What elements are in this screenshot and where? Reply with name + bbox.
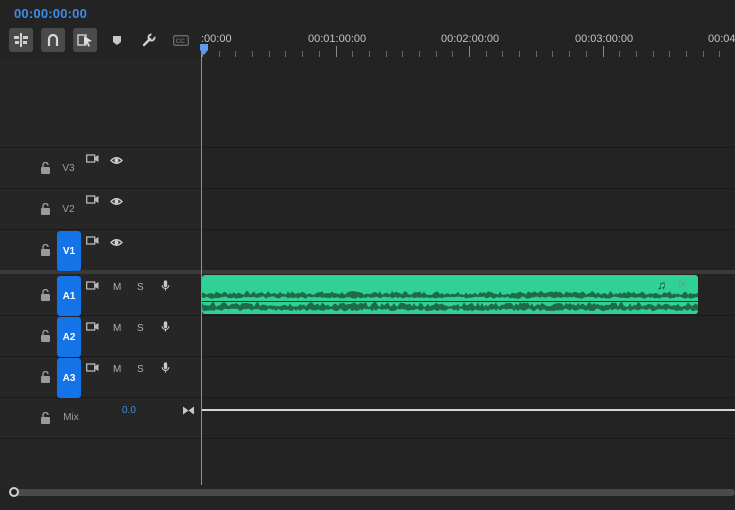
solo-button[interactable]: S bbox=[137, 364, 144, 375]
linked-selection-icon bbox=[77, 34, 92, 47]
eye-icon[interactable] bbox=[110, 196, 123, 207]
sync-lock-icon[interactable] bbox=[86, 154, 99, 165]
add-marker-button[interactable] bbox=[105, 28, 129, 52]
track-divider bbox=[0, 229, 735, 230]
track-headers-panel bbox=[0, 60, 200, 488]
zoom-scroll-handle[interactable] bbox=[9, 487, 19, 497]
insert-sequence-button[interactable] bbox=[9, 28, 33, 52]
lock-icon[interactable] bbox=[40, 203, 51, 215]
captions-icon: CC bbox=[173, 34, 189, 46]
sync-lock-icon[interactable] bbox=[86, 322, 99, 333]
time-ruler[interactable] bbox=[202, 46, 735, 58]
solo-button[interactable]: S bbox=[137, 323, 144, 334]
horizontal-scrollbar[interactable] bbox=[14, 489, 735, 496]
snap-magnet-icon bbox=[47, 33, 59, 46]
music-note-icon: ♫ bbox=[657, 278, 666, 292]
track-divider bbox=[0, 356, 735, 357]
track-target-v1[interactable]: V1 bbox=[57, 231, 81, 271]
track-divider bbox=[0, 188, 735, 189]
linked-selection-button[interactable] bbox=[73, 28, 97, 52]
mix-volume-line[interactable] bbox=[202, 409, 735, 411]
track-divider bbox=[0, 147, 735, 148]
captions-button[interactable]: CC bbox=[169, 28, 193, 52]
mute-button[interactable]: M bbox=[113, 323, 121, 334]
waveform-channel bbox=[202, 291, 698, 299]
mute-button[interactable]: M bbox=[113, 364, 121, 375]
audio-clip[interactable]: ♫ fx bbox=[202, 275, 698, 314]
sync-lock-icon[interactable] bbox=[86, 195, 99, 206]
snap-button[interactable] bbox=[41, 28, 65, 52]
microphone-icon[interactable] bbox=[159, 280, 172, 291]
track-target-a1[interactable]: A1 bbox=[57, 276, 81, 316]
ruler-label: 00:04 bbox=[708, 33, 735, 45]
svg-text:CC: CC bbox=[176, 38, 186, 45]
sync-lock-icon[interactable] bbox=[86, 281, 99, 292]
timecode-display[interactable]: 00:00:00:00 bbox=[14, 6, 87, 21]
track-divider bbox=[0, 315, 735, 316]
microphone-icon[interactable] bbox=[159, 362, 172, 373]
lock-icon[interactable] bbox=[40, 162, 51, 174]
track-name-v3[interactable]: V3 bbox=[56, 163, 81, 174]
track-divider bbox=[0, 397, 735, 398]
lock-icon[interactable] bbox=[40, 244, 51, 256]
track-target-a2[interactable]: A2 bbox=[57, 317, 81, 357]
track-divider bbox=[0, 438, 735, 439]
insert-sequence-icon bbox=[14, 33, 28, 47]
playhead-handle[interactable] bbox=[200, 44, 208, 55]
ruler-label: 00:03:00:00 bbox=[575, 33, 634, 45]
mute-button[interactable]: M bbox=[113, 282, 121, 293]
track-name-mix[interactable]: Mix bbox=[58, 412, 84, 423]
video-audio-separator[interactable] bbox=[0, 270, 735, 274]
lock-icon[interactable] bbox=[40, 371, 51, 383]
ruler-label: 00:02:00:00 bbox=[441, 33, 500, 45]
lock-icon[interactable] bbox=[40, 330, 51, 342]
lock-icon[interactable] bbox=[40, 412, 51, 424]
timeline-settings-button[interactable] bbox=[137, 28, 161, 52]
microphone-icon[interactable] bbox=[159, 321, 172, 332]
solo-button[interactable]: S bbox=[137, 282, 144, 293]
lock-icon[interactable] bbox=[40, 289, 51, 301]
sync-lock-icon[interactable] bbox=[86, 236, 99, 247]
eye-icon[interactable] bbox=[110, 237, 123, 248]
fx-badge[interactable]: fx bbox=[678, 279, 686, 290]
ruler-label: 00:01:00:00 bbox=[308, 33, 367, 45]
track-name-v2[interactable]: V2 bbox=[56, 204, 81, 215]
sync-lock-icon[interactable] bbox=[86, 363, 99, 374]
track-target-a3[interactable]: A3 bbox=[57, 358, 81, 398]
mix-volume-value[interactable]: 0.0 bbox=[122, 405, 136, 416]
add-marker-icon bbox=[113, 35, 121, 45]
audio-waveform bbox=[202, 291, 698, 312]
bowtie-icon[interactable] bbox=[182, 405, 195, 416]
settings-wrench-icon bbox=[142, 33, 156, 47]
waveform-channel bbox=[202, 302, 698, 312]
eye-icon[interactable] bbox=[110, 155, 123, 166]
playhead-line[interactable] bbox=[201, 52, 202, 485]
